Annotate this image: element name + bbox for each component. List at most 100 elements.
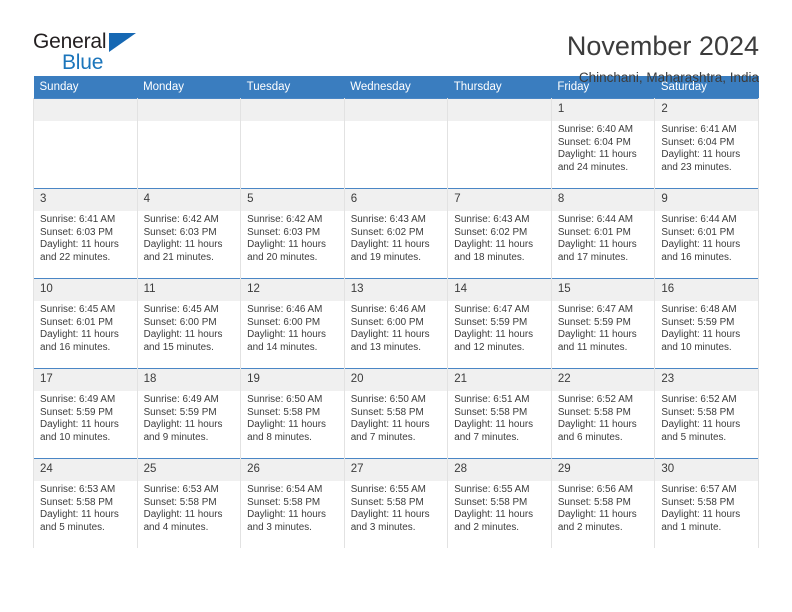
day-cell[interactable]: 25 Sunrise: 6:53 AM Sunset: 5:58 PM Dayl… xyxy=(136,458,242,548)
weekday-header-tuesday: Tuesday xyxy=(240,76,345,99)
day-cell[interactable]: 30 Sunrise: 6:57 AM Sunset: 5:58 PM Dayl… xyxy=(654,458,759,548)
daylight-text-line2: and 10 minutes. xyxy=(661,341,732,353)
day-cell[interactable]: 24 Sunrise: 6:53 AM Sunset: 5:58 PM Dayl… xyxy=(33,458,138,548)
daylight-text-line1: Daylight: 11 hours xyxy=(350,239,430,251)
sunset-text: Sunset: 5:59 PM xyxy=(454,316,528,328)
day-cell[interactable]: 9 Sunrise: 6:44 AM Sunset: 6:01 PM Dayli… xyxy=(654,188,759,279)
sunset-text: Sunset: 6:01 PM xyxy=(661,226,735,238)
day-cell[interactable]: 14 Sunrise: 6:47 AM Sunset: 5:59 PM Dayl… xyxy=(447,278,552,369)
daylight-text-line1: Daylight: 11 hours xyxy=(557,419,637,431)
daylight-text-line2: and 16 minutes. xyxy=(661,251,732,263)
day-number: 23 xyxy=(655,369,758,391)
daylight-text-line2: and 24 minutes. xyxy=(557,161,629,173)
triangle-icon xyxy=(109,33,136,52)
day-info: Sunrise: 6:53 AM Sunset: 5:58 PM Dayligh… xyxy=(34,481,136,534)
sunset-text: Sunset: 5:58 PM xyxy=(661,406,735,418)
sunrise-text: Sunrise: 6:51 AM xyxy=(454,394,530,405)
sunrise-text: Sunrise: 6:42 AM xyxy=(247,214,323,225)
day-info: Sunrise: 6:44 AM Sunset: 6:01 PM Dayligh… xyxy=(552,211,654,264)
sunset-text: Sunset: 6:03 PM xyxy=(143,226,217,238)
sunrise-text: Sunrise: 6:47 AM xyxy=(557,304,634,315)
day-info: Sunrise: 6:55 AM Sunset: 5:58 PM Dayligh… xyxy=(345,481,447,534)
sunset-text: Sunset: 5:59 PM xyxy=(143,406,217,418)
day-cell[interactable]: 19 Sunrise: 6:50 AM Sunset: 5:58 PM Dayl… xyxy=(240,368,345,459)
day-number xyxy=(448,99,551,121)
daylight-text-line1: Daylight: 11 hours xyxy=(350,329,430,341)
day-cell[interactable]: 11 Sunrise: 6:45 AM Sunset: 6:00 PM Dayl… xyxy=(136,278,242,369)
daylight-text-line2: and 16 minutes. xyxy=(40,341,111,353)
day-cell[interactable]: 2 Sunrise: 6:41 AM Sunset: 6:04 PM Dayli… xyxy=(654,98,759,189)
sunrise-text: Sunrise: 6:53 AM xyxy=(143,484,219,495)
day-cell[interactable]: 28 Sunrise: 6:55 AM Sunset: 5:58 PM Dayl… xyxy=(447,458,552,548)
day-info: Sunrise: 6:47 AM Sunset: 5:59 PM Dayligh… xyxy=(552,301,654,354)
page-title: November 2024 xyxy=(566,31,759,61)
day-info: Sunrise: 6:45 AM Sunset: 6:01 PM Dayligh… xyxy=(34,301,136,354)
sunset-text: Sunset: 5:58 PM xyxy=(247,496,321,508)
weekday-header-sunday: Sunday xyxy=(33,76,138,99)
daylight-text-line2: and 1 minute. xyxy=(661,521,722,533)
sunset-text: Sunset: 6:00 PM xyxy=(350,316,424,328)
day-info: Sunrise: 6:55 AM Sunset: 5:58 PM Dayligh… xyxy=(449,481,551,534)
day-cell[interactable]: 23 Sunrise: 6:52 AM Sunset: 5:58 PM Dayl… xyxy=(654,368,759,459)
day-cell[interactable]: 4 Sunrise: 6:42 AM Sunset: 6:03 PM Dayli… xyxy=(136,188,242,279)
day-cell[interactable]: 18 Sunrise: 6:49 AM Sunset: 5:59 PM Dayl… xyxy=(136,368,242,459)
sunset-text: Sunset: 5:58 PM xyxy=(40,496,114,508)
day-number: 14 xyxy=(448,279,551,301)
sunrise-text: Sunrise: 6:41 AM xyxy=(40,214,116,225)
day-cell[interactable]: 20 Sunrise: 6:50 AM Sunset: 5:58 PM Dayl… xyxy=(343,368,449,459)
day-number: 18 xyxy=(138,369,240,391)
day-info: Sunrise: 6:50 AM Sunset: 5:58 PM Dayligh… xyxy=(242,391,344,444)
day-number: 24 xyxy=(34,459,137,481)
day-cell[interactable]: 22 Sunrise: 6:52 AM Sunset: 5:58 PM Dayl… xyxy=(550,368,656,459)
day-cell[interactable]: 8 Sunrise: 6:44 AM Sunset: 6:01 PM Dayli… xyxy=(550,188,656,279)
daylight-text-line1: Daylight: 11 hours xyxy=(40,509,119,521)
daylight-text-line1: Daylight: 11 hours xyxy=(143,509,223,521)
day-cell[interactable]: 3 Sunrise: 6:41 AM Sunset: 6:03 PM Dayli… xyxy=(33,188,138,279)
sunset-text: Sunset: 5:59 PM xyxy=(557,316,631,328)
daylight-text-line2: and 19 minutes. xyxy=(350,251,421,263)
day-cell[interactable]: 21 Sunrise: 6:51 AM Sunset: 5:58 PM Dayl… xyxy=(447,368,552,459)
day-cell[interactable]: 26 Sunrise: 6:54 AM Sunset: 5:58 PM Dayl… xyxy=(240,458,345,548)
day-info: Sunrise: 6:42 AM Sunset: 6:03 PM Dayligh… xyxy=(242,211,344,264)
day-number: 4 xyxy=(138,189,240,211)
day-cell[interactable]: 6 Sunrise: 6:43 AM Sunset: 6:02 PM Dayli… xyxy=(343,188,449,279)
sunrise-text: Sunrise: 6:52 AM xyxy=(557,394,634,405)
sunset-text: Sunset: 6:03 PM xyxy=(247,226,321,238)
daylight-text-line2: and 9 minutes. xyxy=(143,431,209,443)
day-number: 8 xyxy=(552,189,654,211)
day-cell[interactable]: 29 Sunrise: 6:56 AM Sunset: 5:58 PM Dayl… xyxy=(550,458,656,548)
calendar-week-row: 24 Sunrise: 6:53 AM Sunset: 5:58 PM Dayl… xyxy=(33,458,759,548)
daylight-text-line1: Daylight: 11 hours xyxy=(454,419,534,431)
day-number: 16 xyxy=(655,279,758,301)
day-info: Sunrise: 6:45 AM Sunset: 6:00 PM Dayligh… xyxy=(138,301,240,354)
sunrise-text: Sunrise: 6:57 AM xyxy=(661,484,737,495)
sunrise-text: Sunrise: 6:43 AM xyxy=(350,214,426,225)
calendar-week-row: 1 Sunrise: 6:40 AM Sunset: 6:04 PM Dayli… xyxy=(33,98,759,189)
day-cell[interactable]: 12 Sunrise: 6:46 AM Sunset: 6:00 PM Dayl… xyxy=(240,278,345,369)
day-cell[interactable]: 7 Sunrise: 6:43 AM Sunset: 6:02 PM Dayli… xyxy=(447,188,552,279)
daylight-text-line2: and 6 minutes. xyxy=(557,431,623,443)
day-cell[interactable]: 1 Sunrise: 6:40 AM Sunset: 6:04 PM Dayli… xyxy=(550,98,656,189)
day-number: 7 xyxy=(448,189,551,211)
sunset-text: Sunset: 5:59 PM xyxy=(661,316,735,328)
sunset-text: Sunset: 6:01 PM xyxy=(40,316,114,328)
day-cell[interactable]: 13 Sunrise: 6:46 AM Sunset: 6:00 PM Dayl… xyxy=(343,278,449,369)
sunset-text: Sunset: 5:59 PM xyxy=(40,406,114,418)
sunrise-text: Sunrise: 6:50 AM xyxy=(247,394,323,405)
day-cell[interactable]: 5 Sunrise: 6:42 AM Sunset: 6:03 PM Dayli… xyxy=(240,188,345,279)
day-cell[interactable]: 10 Sunrise: 6:45 AM Sunset: 6:01 PM Dayl… xyxy=(33,278,138,369)
day-cell[interactable]: 17 Sunrise: 6:49 AM Sunset: 5:59 PM Dayl… xyxy=(33,368,138,459)
daylight-text-line1: Daylight: 11 hours xyxy=(40,419,119,431)
day-number: 3 xyxy=(34,189,137,211)
sunset-text: Sunset: 5:58 PM xyxy=(350,406,424,418)
daylight-text-line1: Daylight: 11 hours xyxy=(247,509,326,521)
sunrise-text: Sunrise: 6:45 AM xyxy=(40,304,116,315)
sunrise-text: Sunrise: 6:47 AM xyxy=(454,304,530,315)
day-cell[interactable]: 27 Sunrise: 6:55 AM Sunset: 5:58 PM Dayl… xyxy=(343,458,449,548)
day-cell[interactable]: 15 Sunrise: 6:47 AM Sunset: 5:59 PM Dayl… xyxy=(550,278,656,369)
daylight-text-line1: Daylight: 11 hours xyxy=(557,509,637,521)
day-cell[interactable]: 16 Sunrise: 6:48 AM Sunset: 5:59 PM Dayl… xyxy=(654,278,759,369)
daylight-text-line2: and 20 minutes. xyxy=(247,251,318,263)
sunset-text: Sunset: 6:01 PM xyxy=(557,226,631,238)
day-info: Sunrise: 6:49 AM Sunset: 5:59 PM Dayligh… xyxy=(138,391,240,444)
